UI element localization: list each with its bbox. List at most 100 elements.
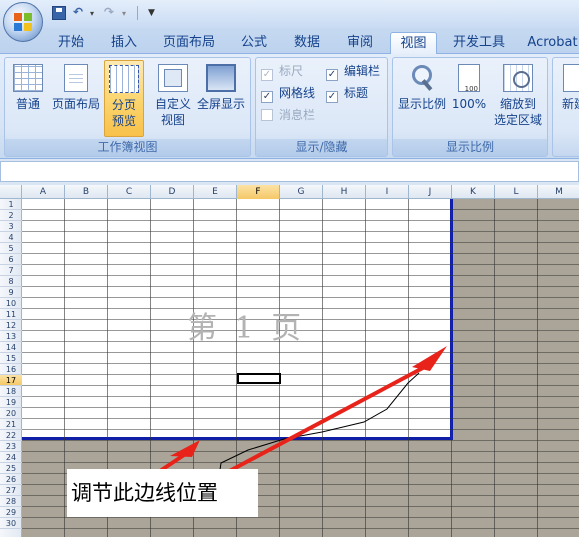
column-header-h[interactable]: H: [323, 185, 366, 199]
column-header-g[interactable]: G: [280, 185, 323, 199]
new-window-button[interactable]: 新建: [556, 62, 579, 112]
row-header-30[interactable]: 30: [0, 518, 22, 529]
column-header-e[interactable]: E: [194, 185, 237, 199]
row-header-17[interactable]: 17: [0, 375, 22, 386]
row-header-16[interactable]: 16: [0, 364, 22, 375]
formula-bar-checkbox[interactable]: ✓ 编辑栏: [326, 64, 380, 81]
column-header-b[interactable]: B: [65, 185, 108, 199]
cell-grid[interactable]: 第 1 页 调节此边线位置: [22, 199, 579, 537]
tab-review[interactable]: 审阅: [342, 32, 378, 54]
undo-dropdown-icon[interactable]: ▾: [90, 9, 94, 25]
tab-formulas[interactable]: 公式: [236, 32, 272, 54]
zoom-label: 显示比例: [397, 97, 446, 111]
column-header-a[interactable]: A: [22, 185, 65, 199]
window-group: 新建: [552, 57, 579, 157]
column-header-l[interactable]: L: [495, 185, 538, 199]
column-header-k[interactable]: K: [452, 185, 495, 199]
row-header-1[interactable]: 1: [0, 199, 22, 210]
row-header-10[interactable]: 10: [0, 298, 22, 309]
custom-views-icon: [158, 64, 188, 92]
row-header-4[interactable]: 4: [0, 232, 22, 243]
zoom-100-icon: 100: [458, 64, 480, 93]
ruler-checkbox: ✓ 标尺: [261, 64, 303, 81]
tab-acrobat[interactable]: Acrobat: [526, 32, 579, 54]
row-header-13[interactable]: 13: [0, 331, 22, 342]
column-header-m[interactable]: M: [538, 185, 579, 199]
tab-data[interactable]: 数据: [289, 32, 325, 54]
row-header-5[interactable]: 5: [0, 243, 22, 254]
workbook-views-label: 工作簿视图: [5, 139, 250, 156]
show-hide-group: ✓ 标尺 ✓ 网格线 消息栏 ✓ 编辑栏 ✓ 标题 显示/隐藏: [255, 57, 388, 157]
zoom-100-label: 100%: [451, 97, 487, 111]
row-header-19[interactable]: 19: [0, 397, 22, 408]
page-layout-view-icon: [64, 64, 88, 92]
row-header-12[interactable]: 12: [0, 320, 22, 331]
row-header-15[interactable]: 15: [0, 353, 22, 364]
zoom-100-button[interactable]: 100 100%: [451, 62, 487, 112]
formula-input[interactable]: [0, 161, 579, 182]
row-header-6[interactable]: 6: [0, 254, 22, 265]
column-header-d[interactable]: D: [151, 185, 194, 199]
redo-icon[interactable]: ↷: [104, 5, 114, 21]
row-header-24[interactable]: 24: [0, 452, 22, 463]
row-header-20[interactable]: 20: [0, 408, 22, 419]
column-header-c[interactable]: C: [108, 185, 151, 199]
row-header-28[interactable]: 28: [0, 496, 22, 507]
tab-developer[interactable]: 开发工具: [449, 32, 509, 54]
row-header-27[interactable]: 27: [0, 485, 22, 496]
row-header-25[interactable]: 25: [0, 463, 22, 474]
page-break-preview-label-2: 预览: [111, 114, 136, 128]
magnifier-icon: [409, 64, 435, 92]
gridlines-checkbox[interactable]: ✓ 网格线: [261, 86, 315, 103]
undo-icon[interactable]: ↶: [73, 5, 83, 21]
save-icon[interactable]: [52, 6, 66, 20]
column-header-j[interactable]: J: [409, 185, 452, 199]
annotation-text: 调节此边线位置: [71, 481, 218, 505]
office-logo-icon: [14, 13, 32, 31]
redo-dropdown-icon[interactable]: ▾: [122, 9, 126, 25]
arrow-head-2: [412, 346, 447, 371]
row-header-3[interactable]: 3: [0, 221, 22, 232]
tab-page-layout[interactable]: 页面布局: [159, 32, 219, 54]
select-all-corner[interactable]: [0, 185, 22, 199]
tab-home[interactable]: 开始: [53, 32, 89, 54]
ribbon: 普通 页面布局 分页 预览 自定义 视图 全屏显示 工作簿视图 ✓ 标尺 ✓ 网格线: [0, 54, 579, 159]
page-break-preview-icon: [109, 65, 139, 93]
custom-views-button[interactable]: 自定义 视图: [151, 62, 195, 128]
formula-bar-check-icon: ✓: [326, 69, 338, 81]
message-bar-checkbox: 消息栏: [261, 108, 315, 122]
gridlines-label: 网格线: [279, 86, 316, 100]
message-bar-label: 消息栏: [279, 108, 316, 122]
headings-label: 标题: [344, 86, 369, 100]
full-screen-button[interactable]: 全屏显示: [195, 62, 247, 112]
row-header-8[interactable]: 8: [0, 276, 22, 287]
tab-insert[interactable]: 插入: [106, 32, 142, 54]
row-header-29[interactable]: 29: [0, 507, 22, 518]
row-header-23[interactable]: 23: [0, 441, 22, 452]
row-header-9[interactable]: 9: [0, 287, 22, 298]
normal-view-button[interactable]: 普通: [9, 62, 47, 112]
tab-view[interactable]: 视图: [390, 32, 437, 55]
office-button[interactable]: [3, 2, 43, 42]
customize-toolbar-icon[interactable]: ▼: [148, 8, 155, 24]
headings-checkbox[interactable]: ✓ 标题: [326, 86, 368, 103]
formula-bar-label: 编辑栏: [344, 64, 381, 78]
zoom-to-selection-button[interactable]: 缩放到 选定区域: [491, 62, 545, 128]
row-header-21[interactable]: 21: [0, 419, 22, 430]
column-header-f[interactable]: F: [237, 185, 280, 199]
zoom-button[interactable]: 显示比例: [396, 62, 448, 112]
zoom-group: 显示比例 100 100% 缩放到 选定区域 显示比例: [392, 57, 548, 157]
page-break-preview-button[interactable]: 分页 预览: [104, 60, 144, 137]
ribbon-tabs: 开始 插入 页面布局 公式 数据 审阅 视图 开发工具 Acrobat: [0, 28, 579, 55]
page-layout-view-button[interactable]: 页面布局: [50, 62, 102, 112]
row-header-22[interactable]: 22: [0, 430, 22, 441]
row-header-26[interactable]: 26: [0, 474, 22, 485]
row-header-7[interactable]: 7: [0, 265, 22, 276]
row-header-18[interactable]: 18: [0, 386, 22, 397]
row-header-14[interactable]: 14: [0, 342, 22, 353]
zoom-to-selection-label-1: 缩放到: [499, 97, 536, 111]
row-header-2[interactable]: 2: [0, 210, 22, 221]
row-header-11[interactable]: 11: [0, 309, 22, 320]
column-headers: ABCDEFGHIJKLM: [0, 185, 579, 199]
column-header-i[interactable]: I: [366, 185, 409, 199]
